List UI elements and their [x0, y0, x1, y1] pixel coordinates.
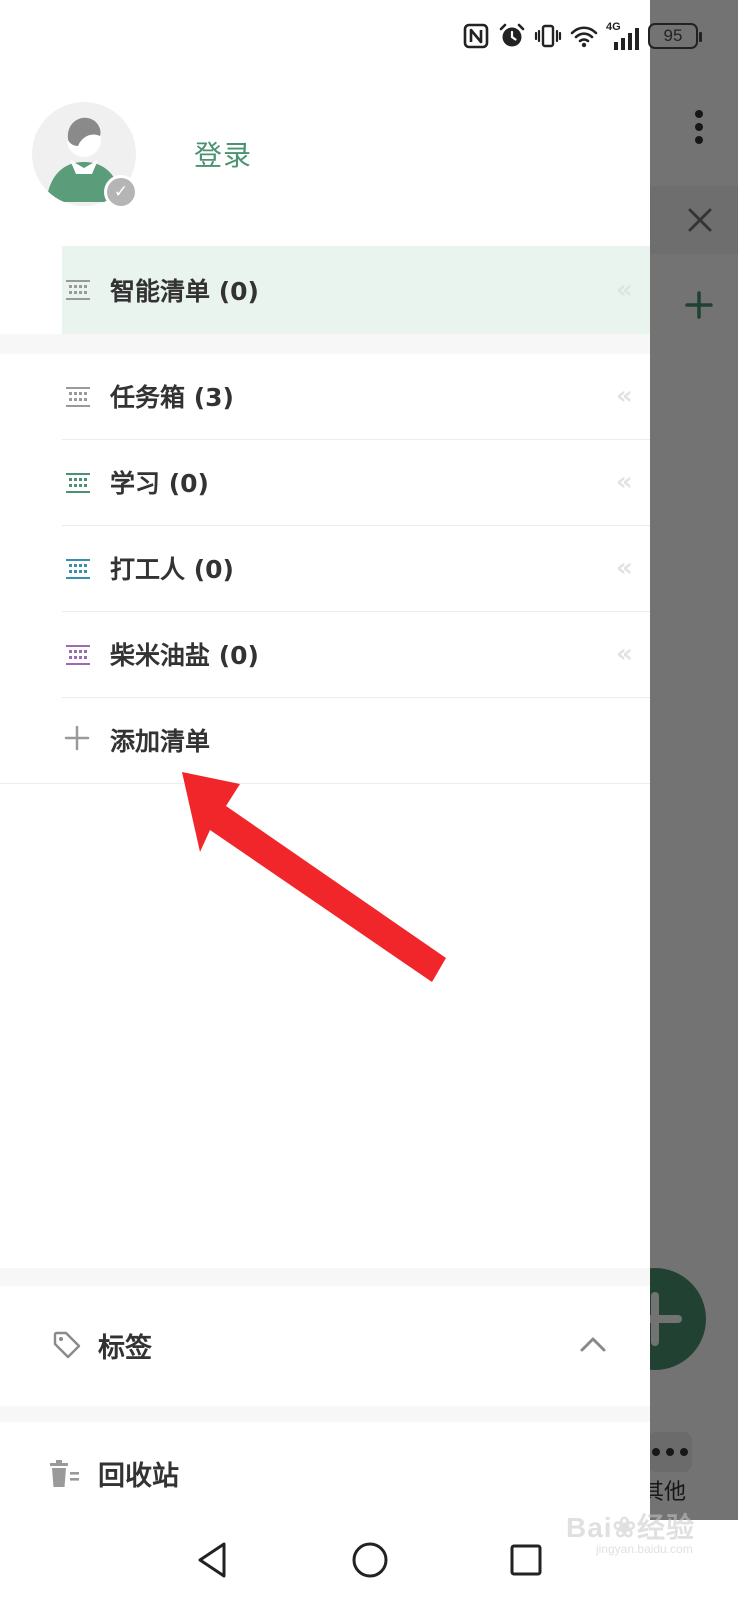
smart-list-icon: [66, 280, 90, 300]
recent-square-icon[interactable]: [508, 1542, 544, 1578]
drag-handle-icon[interactable]: «: [616, 469, 642, 495]
list-item-label: 打工人 (0): [110, 555, 234, 584]
cellular-signal-icon: 4G: [606, 22, 640, 50]
battery-level: 95: [663, 26, 683, 45]
list-item-label: 学习 (0): [110, 469, 209, 498]
alarm-icon: [499, 23, 525, 47]
nfc-icon: [463, 23, 489, 49]
trash-label: 回收站: [98, 1461, 179, 1492]
smart-list-item[interactable]: 智能清单 (0) «: [0, 246, 650, 334]
list-item-label: 任务箱 (3): [110, 383, 234, 412]
inbox-list-icon: [66, 387, 90, 407]
battery-icon: 95: [648, 23, 702, 49]
worker-list-icon: [66, 559, 90, 579]
groceries-list-icon: [66, 645, 90, 665]
list-item-study[interactable]: 学习 (0) «: [0, 440, 650, 526]
list-item-worker[interactable]: 打工人 (0) «: [0, 526, 650, 612]
chevron-up-icon[interactable]: [578, 1332, 608, 1356]
navigation-drawer: ✓ 登录 智能清单 (0) « 任务箱 (3) « 学习 (0) « 打工人 (…: [0, 0, 650, 1520]
add-list-button[interactable]: 添加清单: [0, 698, 650, 784]
section-divider: [0, 334, 650, 354]
back-triangle-icon[interactable]: [194, 1540, 230, 1580]
tags-section-header[interactable]: 标签: [0, 1286, 650, 1406]
drag-handle-icon[interactable]: «: [616, 641, 642, 667]
tags-label: 标签: [98, 1333, 152, 1364]
vibrate-icon: [534, 24, 562, 48]
wifi-icon: [570, 26, 598, 48]
baidu-watermark: Bai❀经验 jingyan.baidu.com: [556, 1500, 726, 1560]
trash-item[interactable]: 回收站: [0, 1422, 650, 1520]
list-item-inbox[interactable]: 任务箱 (3) «: [0, 354, 650, 440]
study-list-icon: [66, 473, 90, 493]
plus-icon: [64, 725, 90, 751]
list-item-groceries[interactable]: 柴米油盐 (0) «: [0, 612, 650, 698]
list-item-label: 柴米油盐 (0): [110, 641, 259, 670]
watermark-text: Bai❀经验: [566, 1512, 696, 1543]
watermark-url: jingyan.baidu.com: [596, 1542, 693, 1556]
verified-badge-icon: ✓: [104, 175, 138, 209]
trash-icon: [50, 1460, 79, 1487]
status-bar: 4G 95: [0, 0, 738, 72]
tag-icon: [53, 1331, 81, 1359]
add-list-label: 添加清单: [110, 727, 211, 756]
drag-handle-icon[interactable]: «: [616, 383, 642, 409]
login-link[interactable]: 登录: [194, 134, 252, 174]
drag-handle-icon[interactable]: «: [616, 555, 642, 581]
section-divider: [0, 1406, 650, 1422]
home-circle-icon[interactable]: [350, 1540, 390, 1580]
section-divider: [0, 1268, 650, 1286]
drag-handle-icon[interactable]: «: [616, 277, 642, 303]
smart-list-label: 智能清单 (0): [110, 277, 259, 306]
